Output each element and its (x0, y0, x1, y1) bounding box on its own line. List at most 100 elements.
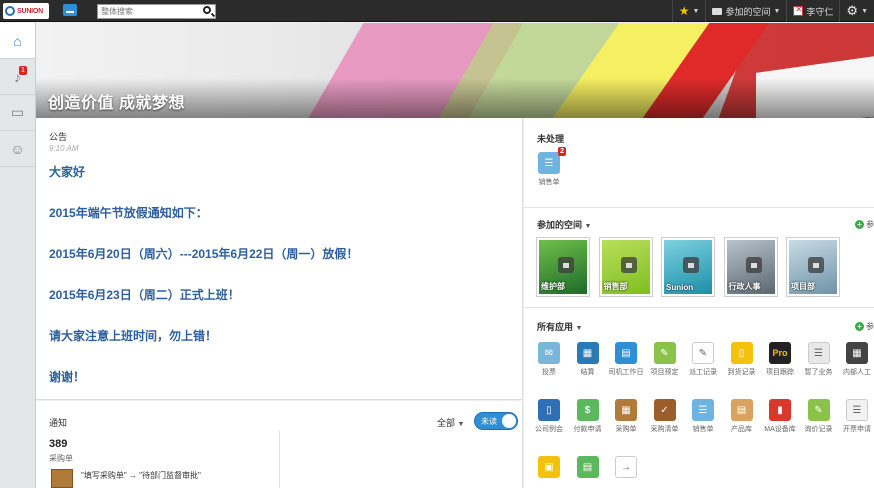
divider (524, 307, 874, 308)
space-tile[interactable]: 销售部 (598, 237, 653, 297)
app-tile[interactable]: ☰ 开票申请 (839, 399, 874, 434)
announcement-line: 2015年6月23日（周二）正式上班！ (49, 288, 240, 302)
space-tile[interactable]: 项目部 (786, 237, 840, 297)
app-label: 项目预定 (650, 369, 679, 376)
chat-icon (712, 7, 723, 15)
app-tile[interactable]: Pro 项目跟踪 (762, 342, 798, 377)
chat-icon: ▭ (10, 104, 25, 120)
rail-notifications[interactable]: ♪ 1 (0, 59, 35, 95)
app-tile[interactable]: ✎ 项目预定 (647, 342, 683, 377)
favorites-menu[interactable]: ★ ▼ (671, 0, 706, 22)
app-label: 产品库 (731, 426, 752, 433)
user-avatar-icon (793, 5, 804, 16)
notice-count: 389 (49, 438, 68, 450)
space-tile[interactable]: 行政人事 (723, 237, 778, 297)
unread-toggle-label: 未读 (481, 417, 497, 426)
app-tile[interactable]: ▦ 内部人工 (839, 342, 874, 377)
app-icon: ▤ (576, 456, 599, 478)
space-image: 行政人事 (726, 240, 775, 294)
chevron-down-icon: ▼ (584, 223, 592, 230)
app-tile[interactable]: ▮ MA设备库 (762, 399, 798, 434)
toggle-knob (502, 414, 516, 428)
announcement-panel: 公告 9:10 AM 大家好 2015年端午节放假通知如下： 2015年6月20… (36, 118, 523, 400)
space-name: Sunion (666, 283, 694, 292)
apps-more[interactable]: + 参 (855, 321, 874, 332)
spaces-more[interactable]: + 参 (855, 219, 874, 230)
app-label: MA设备库 (764, 426, 796, 433)
space-image: 维护部 (539, 240, 587, 294)
announcement-label: 公告 (49, 132, 68, 142)
rail-messages[interactable]: ▭ (0, 95, 35, 131)
banner-title: 创造价值 成就梦想 (48, 95, 185, 112)
app-icon: ☰ (807, 342, 830, 364)
space-tile[interactable]: 维护部 (536, 237, 590, 297)
right-column: 未处理 ☰ 2 销售单 参加的空间 ▼ + 参 维护部 销售部 Sunion 行政人事… (524, 118, 874, 488)
spaces-title[interactable]: 参加的空间 ▼ (537, 218, 591, 231)
notice-filter-dropdown[interactable]: 全部 ▼ (437, 416, 464, 429)
app-icon: ▦ (576, 342, 599, 364)
app-tile[interactable]: ▤ (570, 456, 606, 481)
app-label: 司机工作日 (608, 369, 644, 376)
logo-mark (5, 6, 15, 16)
settings-menu[interactable]: ⚙ ▼ (839, 0, 874, 22)
app-tile[interactable]: ▤ 产品库 (724, 399, 760, 434)
rail-contacts[interactable]: ☺ (0, 131, 35, 167)
app-label: 内部人工 (843, 369, 871, 376)
inbox-icon[interactable] (63, 4, 77, 16)
announcement-line: 2015年6月20日（周六）---2015年6月22日（周一）放假！ (49, 247, 359, 261)
app-icon: → (615, 456, 637, 478)
package-icon (51, 469, 73, 488)
app-icon: ✓ (653, 399, 676, 421)
app-tile[interactable]: → (608, 456, 644, 481)
app-tile[interactable]: ▯ 公司例会 (531, 399, 567, 434)
app-icon: ▯ (538, 399, 560, 421)
logo-text: SUNION (17, 7, 44, 15)
app-tile[interactable]: ✓ 采购清单 (647, 399, 683, 434)
app-icon: ✉ (538, 342, 560, 364)
chevron-down-icon: ▼ (457, 421, 465, 428)
notice-flow-text[interactable]: "填写采购单" → "待部门监督审批" (81, 470, 201, 481)
app-label: 开票申请 (843, 426, 871, 433)
app-icon: ☰ (692, 399, 714, 421)
app-tile[interactable]: ▣ (531, 456, 567, 481)
unread-toggle[interactable]: 未读 (474, 412, 518, 430)
space-tile[interactable]: Sunion (661, 237, 715, 297)
divider (524, 207, 874, 208)
lock-icon (808, 257, 824, 273)
lock-icon (620, 257, 637, 273)
apps-title[interactable]: 所有应用 ▼ (537, 320, 582, 333)
app-tile[interactable]: ✎ 派工记录 (685, 342, 721, 377)
notice-title: 通知 (49, 418, 68, 428)
pending-app-sales[interactable]: ☰ 2 销售单 (531, 147, 567, 187)
user-name: 李守仁 (806, 6, 834, 17)
app-icon: ▦ (846, 342, 868, 364)
pending-title: 未处理 (537, 134, 565, 144)
search-input[interactable] (98, 5, 198, 18)
app-tile[interactable]: ▦ 采购单 (608, 399, 644, 434)
rail-home[interactable]: ⌂ (0, 23, 35, 59)
star-icon: ★ (678, 4, 690, 18)
user-menu[interactable]: 李守仁 (786, 0, 839, 22)
notification-badge: 1 (19, 66, 27, 75)
space-image: Sunion (664, 240, 712, 294)
announcement-line: 2015年端午节放假通知如下： (49, 206, 208, 220)
app-tile[interactable]: ✎ 询价记录 (801, 399, 837, 434)
spaces-menu[interactable]: 参加的空间 ▼ (705, 0, 786, 22)
app-tile[interactable]: ▤ 司机工作日 (608, 342, 644, 377)
app-tile[interactable]: ✉ 投票 (531, 342, 567, 377)
app-icon: Pro (769, 342, 791, 364)
app-tile[interactable]: ☰ 暂了业务 (801, 342, 837, 377)
sunion-logo[interactable]: SUNION (3, 3, 49, 19)
app-tile[interactable]: ▯ 到货记录 (724, 342, 760, 377)
app-icon: $ (576, 399, 599, 421)
app-tile[interactable]: ☰ 销售单 (685, 399, 721, 434)
app-tile[interactable]: ▦ 结算 (570, 342, 606, 377)
notice-panel: 通知 全部 ▼ 未读 389 采购单 "填写采购单" → "待部门监督审批" (36, 401, 523, 488)
space-name: 项目部 (791, 282, 815, 291)
home-icon: ⌂ (13, 32, 22, 49)
app-icon: ▦ (615, 399, 637, 421)
app-icon: ✎ (807, 399, 830, 421)
search-box (97, 4, 216, 19)
search-icon[interactable] (203, 6, 211, 14)
app-tile[interactable]: $ 付款申请 (570, 399, 606, 434)
